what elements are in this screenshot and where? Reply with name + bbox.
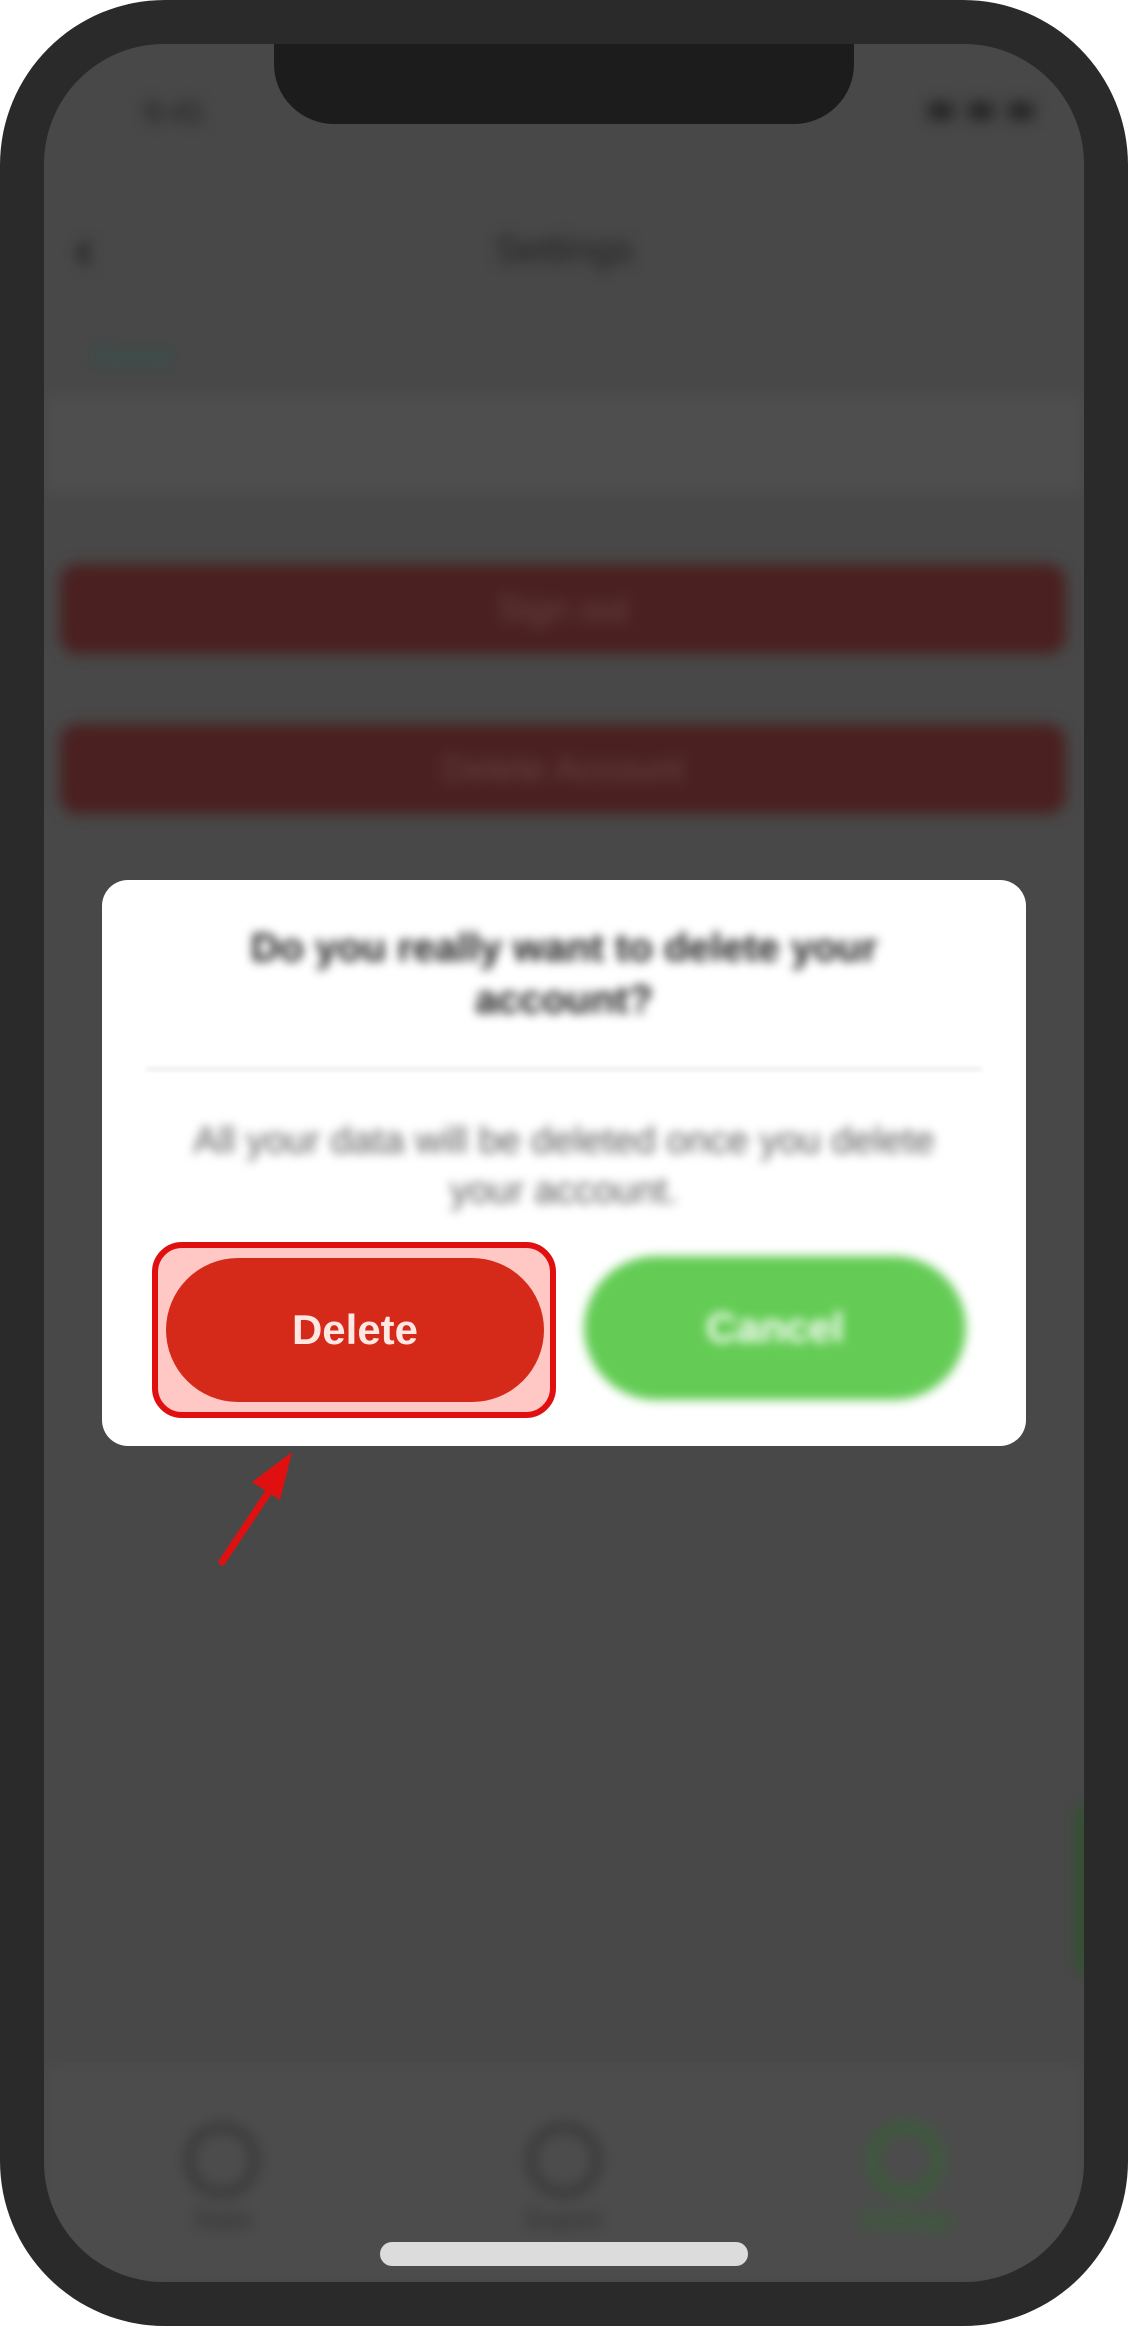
delete-button[interactable]: Delete <box>166 1258 544 1402</box>
chart-icon <box>186 2124 258 2196</box>
status-time: 9:41 <box>144 96 205 129</box>
gear-icon <box>870 2124 942 2196</box>
delete-account-button[interactable]: Delete Account <box>60 724 1066 814</box>
cancel-button[interactable]: Cancel <box>584 1256 966 1400</box>
page-title: Settings <box>495 229 633 271</box>
tab-stats[interactable]: Stats <box>122 2124 322 2235</box>
tab-label: Export <box>526 2204 602 2234</box>
signal-icon <box>928 102 954 120</box>
dialog-message: All your data will be deleted once you d… <box>193 1120 935 1212</box>
dialog-title: Do you really want to delete your accoun… <box>250 926 878 1022</box>
section-label: Home <box>92 340 173 373</box>
phone-frame: 9:41 ‹ Settings Home Sign out Delete Acc… <box>0 0 1128 2326</box>
wifi-icon <box>968 102 994 120</box>
battery-icon <box>1008 102 1034 120</box>
tab-label: Stats <box>192 2204 252 2234</box>
tab-settings[interactable]: Settings <box>806 2124 1006 2235</box>
sign-out-button[interactable]: Sign out <box>60 564 1066 654</box>
status-icons <box>928 102 1034 120</box>
search-icon <box>528 2124 600 2196</box>
home-indicator <box>380 2242 748 2266</box>
dialog-divider <box>146 1068 982 1070</box>
tab-export[interactable]: Export <box>464 2124 664 2235</box>
side-hint <box>1074 1804 1084 1974</box>
notch <box>274 44 854 124</box>
settings-row[interactable] <box>44 394 1084 494</box>
tab-label: Settings <box>859 2204 953 2234</box>
confirm-dialog: Do you really want to delete your accoun… <box>102 880 1026 1446</box>
